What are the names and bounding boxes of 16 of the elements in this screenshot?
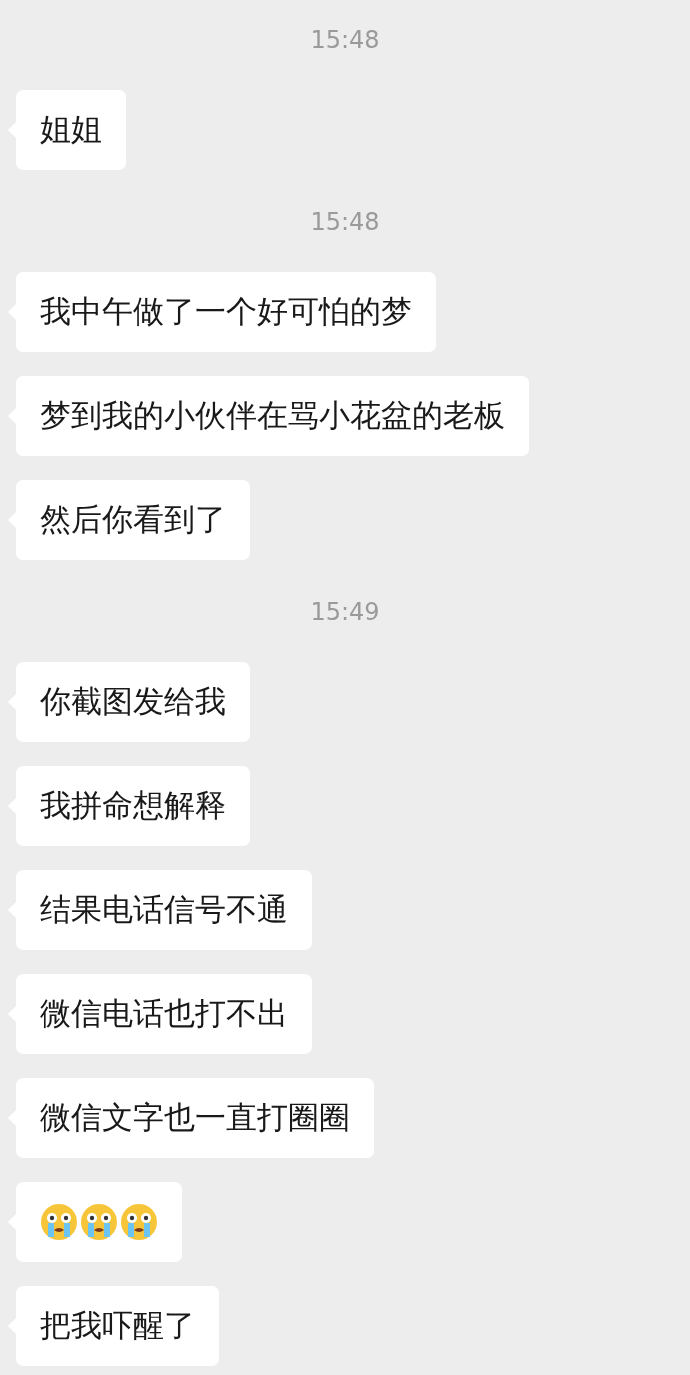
message-text: 梦到我的小伙伴在骂小花盆的老板	[40, 396, 505, 435]
timestamp: 15:48	[310, 207, 380, 238]
timestamp: 15:49	[310, 597, 380, 628]
message-text: 然后你看到了	[40, 500, 226, 539]
message-text: 把我吓醒了	[40, 1306, 195, 1345]
crying-face-icon	[40, 1203, 78, 1241]
timestamp: 15:48	[310, 25, 380, 56]
message-text: 我拼命想解释	[40, 786, 226, 825]
crying-face-icon	[120, 1203, 158, 1241]
crying-face-icon	[80, 1203, 118, 1241]
message-text: 我中午做了一个好可怕的梦	[40, 292, 412, 331]
message-text: 微信电话也打不出	[40, 994, 288, 1033]
message-text: 微信文字也一直打圈圈	[40, 1098, 350, 1137]
message-text: 结果电话信号不通	[40, 890, 288, 929]
message-text: 你截图发给我	[40, 682, 226, 721]
message-text: 姐姐	[40, 110, 102, 149]
